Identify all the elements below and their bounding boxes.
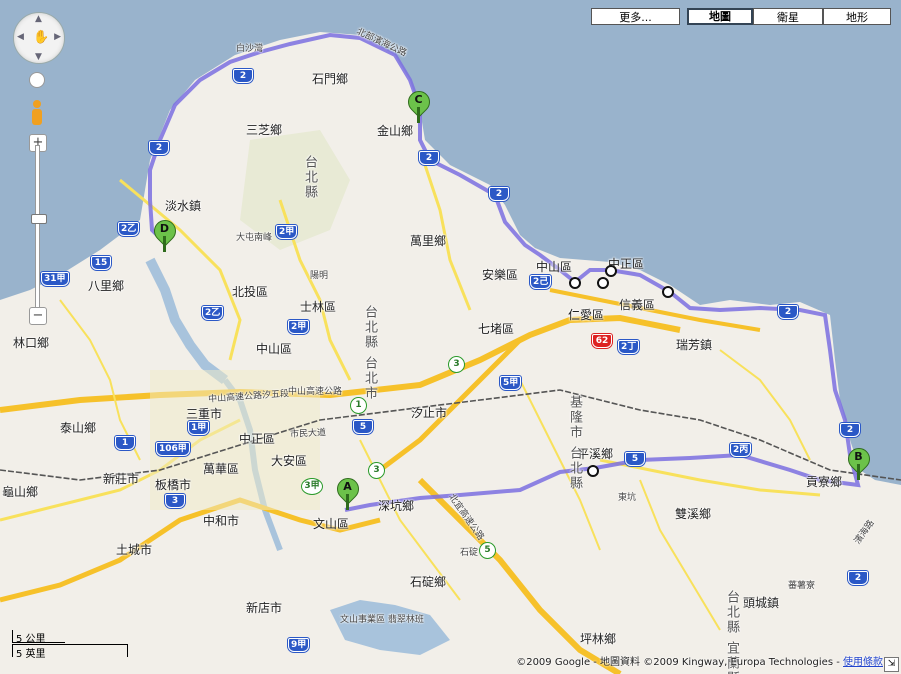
road-shield: 2丙 [730, 443, 752, 457]
pan-down-icon[interactable]: ▼ [35, 52, 42, 62]
road-shield: 2甲 [288, 320, 310, 334]
road-shield: 2 [489, 187, 509, 201]
route-marker-d[interactable]: D [149, 215, 181, 254]
marker-stem [346, 494, 349, 510]
road-shield-provincial: 3甲 [301, 478, 323, 495]
route-waypoint[interactable] [587, 465, 599, 477]
route-marker-b[interactable]: B [843, 443, 875, 482]
route-waypoint[interactable] [662, 286, 674, 298]
zoom-out-button[interactable]: − [29, 307, 47, 325]
marker-label: D [159, 222, 170, 235]
scale-km-label: 5 公里 [16, 634, 46, 645]
pegman-icon[interactable] [32, 100, 42, 128]
map-type-satellite-button[interactable]: 衛星 [753, 8, 823, 25]
marker-stem [163, 236, 166, 252]
marker-label: A [343, 480, 352, 493]
road-shield: 2甲 [276, 225, 298, 239]
route-waypoint[interactable] [605, 265, 617, 277]
road-shield: 1甲 [188, 421, 210, 435]
road-shield: 2 [840, 423, 860, 437]
reset-view-button[interactable] [29, 72, 45, 88]
road-shield-provincial: 3 [448, 356, 465, 373]
marker-label: C [414, 93, 423, 106]
road-shield: 3 [165, 494, 185, 508]
marker-stem [857, 464, 860, 480]
land-mass [0, 32, 901, 674]
road-shield-provincial: 1 [350, 397, 367, 414]
route-marker-a[interactable]: A [332, 473, 364, 512]
route-marker-c[interactable]: C [403, 86, 435, 125]
route-waypoint[interactable] [569, 277, 581, 289]
road-shield-provincial: 5 [479, 542, 496, 559]
road-shield: 2乙 [118, 222, 140, 236]
road-shield: 2 [848, 571, 868, 585]
copyright-text: ©2009 Google - 地圖資料 ©2009 Kingway, Europ… [516, 657, 843, 668]
pan-control[interactable]: ▲ ▼ ◀ ▶ ✋ [13, 12, 65, 64]
road-shield: 15 [91, 256, 111, 270]
road-shield: 2丁 [618, 340, 640, 354]
zoom-slider-handle[interactable] [31, 214, 47, 224]
road-shield: 5 [625, 452, 645, 466]
map-canvas[interactable]: 石門鄉 三芝鄉 金山鄉 淡水鎮 萬里鄉 八里鄉 北投區 士林區 安樂區 中山區 … [0, 0, 901, 674]
map-type-terrain-button[interactable]: 地形 [823, 8, 891, 25]
road-shield: 5甲 [500, 376, 522, 390]
pan-left-icon[interactable]: ◀ [17, 32, 24, 42]
route-waypoint[interactable] [597, 277, 609, 289]
road-shield: 9甲 [288, 638, 310, 652]
road-shield-provincial: 3 [368, 462, 385, 479]
more-button[interactable]: 更多... [591, 8, 680, 25]
road-shield: 62 [592, 334, 612, 348]
road-shield: 2乙 [202, 306, 224, 320]
map-type-map-button[interactable]: 地圖 [687, 8, 753, 25]
hand-icon: ✋ [33, 30, 50, 45]
overview-toggle-icon[interactable]: ⇲ [884, 657, 899, 672]
zoom-slider-track[interactable] [35, 145, 40, 312]
scale-bar: 5 公里 5 英里 [12, 630, 132, 666]
copyright-notice: ©2009 Google - 地圖資料 ©2009 Kingway, Europ… [516, 653, 883, 668]
pan-right-icon[interactable]: ▶ [54, 32, 61, 42]
urban-area [150, 370, 320, 510]
marker-stem [417, 107, 420, 123]
terms-of-use-link[interactable]: 使用條款 [843, 657, 883, 668]
road-shield: 2己 [530, 275, 552, 289]
scale-mi-label: 5 英里 [16, 649, 46, 660]
road-shield: 1 [115, 436, 135, 450]
road-shield: 31甲 [41, 272, 69, 286]
marker-label: B [854, 450, 863, 463]
road-shield: 5 [353, 420, 373, 434]
road-shield: 2 [419, 151, 439, 165]
road-shield: 2 [149, 141, 169, 155]
road-shield: 2 [233, 69, 253, 83]
road-shield: 2 [778, 305, 798, 319]
map-base [0, 32, 901, 674]
pan-up-icon[interactable]: ▲ [35, 14, 42, 24]
road-shield: 106甲 [156, 442, 190, 456]
